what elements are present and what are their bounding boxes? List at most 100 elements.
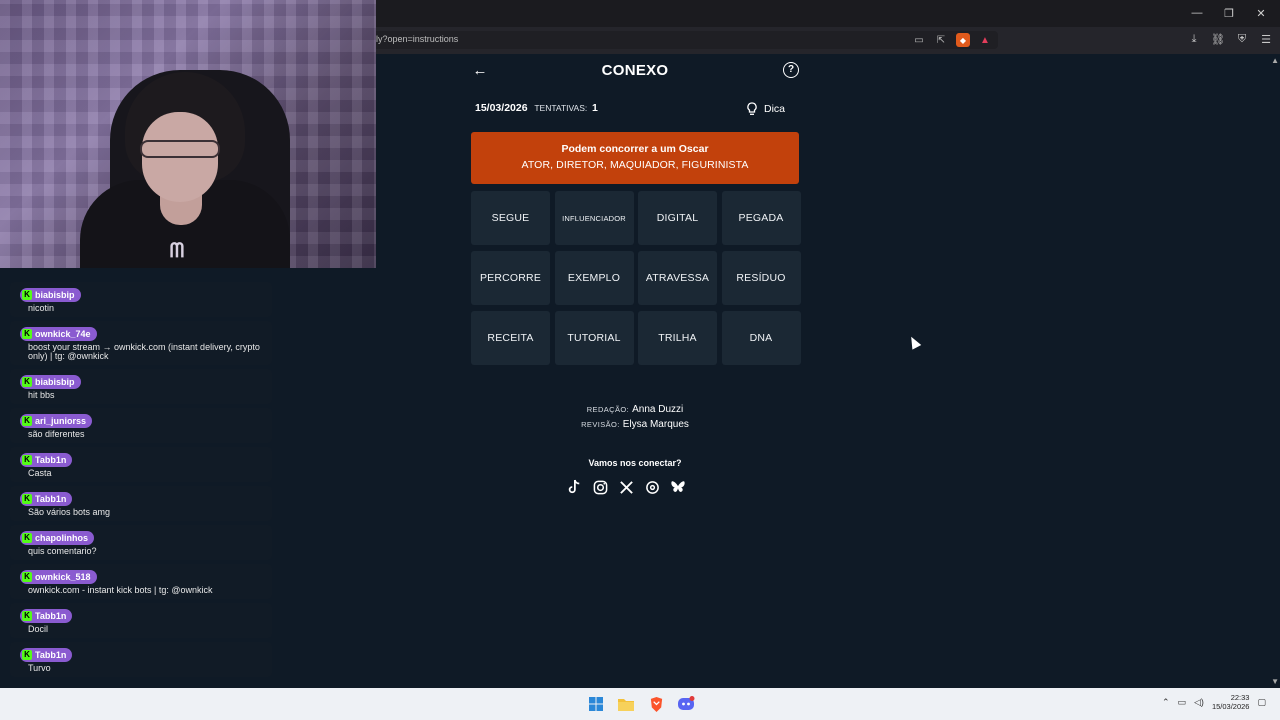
word-tile[interactable]: DNA xyxy=(721,311,801,365)
solved-group: Podem concorrer a um Oscar ATOR, DIRETOR… xyxy=(471,132,799,184)
tiktok-icon[interactable] xyxy=(566,478,582,496)
chat-text: boost your stream → ownkick.com (instant… xyxy=(28,342,260,361)
address-bar[interactable]: ly?open=instructions ▭ ⇱ ◆ ▲ xyxy=(368,31,998,49)
scroll-up-icon[interactable]: ▲ xyxy=(1271,56,1279,65)
chat-username: Kchapolinhos xyxy=(20,531,95,545)
scroll-down-icon[interactable]: ▼ xyxy=(1271,677,1279,686)
credit-name: Elysa Marques xyxy=(622,419,689,430)
tray-chevron-icon[interactable]: ⌃ xyxy=(1162,697,1170,708)
help-icon[interactable]: ? xyxy=(783,62,799,78)
credit-revisao: REVISÃO: Elysa Marques xyxy=(471,417,799,432)
word-tile[interactable]: EXEMPLO xyxy=(554,251,634,305)
url-text: ly?open=instructions xyxy=(376,34,459,44)
word-tile[interactable]: TRILHA xyxy=(638,311,717,365)
tries-label: TENTATIVAS: xyxy=(534,103,588,113)
webcam-feed: ᗰ xyxy=(0,0,376,268)
solved-group-title: Podem concorrer a um Oscar xyxy=(561,143,709,155)
chat-message: Kchapolinhos quis comentario? xyxy=(10,525,272,560)
kick-badge-icon: K xyxy=(22,494,32,504)
threads-icon[interactable] xyxy=(644,478,660,496)
x-icon[interactable] xyxy=(618,478,634,496)
minimize-icon[interactable]: — xyxy=(1184,4,1210,22)
credit-name: Anna Duzzi xyxy=(632,404,684,415)
kick-badge-icon: K xyxy=(22,455,32,465)
chat-username: Kbiabisbip xyxy=(20,375,81,389)
chat-message: Kbiabisbip nicotin xyxy=(10,282,272,317)
chat-username: K Tabb1n xyxy=(20,492,73,506)
link-icon[interactable]: ⛓ xyxy=(1210,31,1226,47)
word-tile[interactable]: SEGUE xyxy=(471,191,550,245)
share-icon[interactable]: ⇱ xyxy=(934,33,948,47)
download-icon[interactable]: ⤓ xyxy=(1186,31,1202,47)
chat-username: K Tabb1n xyxy=(20,648,73,662)
taskbar: ⌃ ▭ ◁) 22:33 15/03/2026 ▢ xyxy=(0,688,1280,720)
word-tile[interactable]: TUTORIAL xyxy=(554,311,634,365)
credit-label: REVISÃO: xyxy=(581,420,620,429)
address-bar-icons: ▭ ⇱ ◆ ▲ xyxy=(912,33,992,47)
chat-text: Turvo xyxy=(28,663,51,673)
game-date: 15/03/2026 xyxy=(475,102,528,114)
tries-count: 1 xyxy=(592,102,598,114)
scrollbar[interactable] xyxy=(1270,54,1280,688)
word-tile[interactable]: DIGITAL xyxy=(638,191,717,245)
game-meta: 15/03/2026 TENTATIVAS: 1 Dica xyxy=(475,102,795,118)
cast-icon[interactable]: ▭ xyxy=(912,33,926,47)
word-tile[interactable]: RECEITA xyxy=(471,311,550,365)
chat-text: Casta xyxy=(28,468,52,478)
chat-message: K Tabb1n São vários bots amg xyxy=(10,486,272,521)
discord-icon[interactable] xyxy=(676,694,696,714)
restore-icon[interactable]: ❐ xyxy=(1216,4,1242,22)
close-icon[interactable]: ✕ xyxy=(1248,4,1274,22)
word-tile[interactable]: PERCORRE xyxy=(471,251,550,305)
kick-badge-icon: K xyxy=(22,377,32,387)
brave-browser-icon[interactable] xyxy=(646,694,666,714)
word-tile[interactable]: RESÍDUO xyxy=(721,251,801,305)
webcam-person-glasses xyxy=(140,140,220,158)
word-tile[interactable]: INFLUENCIADOR xyxy=(554,191,634,245)
word-tile[interactable]: PEGADA xyxy=(721,191,801,245)
chat-message: Kownkick_74e boost your stream → ownkick… xyxy=(10,321,272,365)
bluesky-icon[interactable] xyxy=(670,478,686,496)
kick-badge-icon: K xyxy=(22,611,32,621)
menu-icon[interactable]: ☰ xyxy=(1258,31,1274,47)
windows-start-icon[interactable] xyxy=(586,694,606,714)
chat-username: Kownkick_518 xyxy=(20,570,97,584)
brave-rewards-icon[interactable]: ▲ xyxy=(978,33,992,47)
chat-username: K Tabb1n xyxy=(20,453,73,467)
hint-label: Dica xyxy=(763,103,785,115)
chat-text: Docil xyxy=(28,624,49,634)
vpn-shield-icon[interactable]: ⛨ xyxy=(1234,31,1250,47)
credit-redacao: REDAÇÃO: Anna Duzzi xyxy=(471,402,799,417)
kick-badge-icon: K xyxy=(22,650,32,660)
kick-badge-icon: K xyxy=(22,572,32,582)
connect-label: Vamos nos conectar? xyxy=(588,458,682,468)
chat-message: Kari_juniorss são diferentes xyxy=(10,408,272,443)
browser-right-tools: ⤓ ⛓ ⛨ ☰ xyxy=(1186,31,1274,47)
chat-text: São vários bots amg xyxy=(28,507,111,517)
file-explorer-icon[interactable] xyxy=(616,694,636,714)
game-title: CONEXO xyxy=(601,62,669,79)
volume-icon[interactable]: ◁) xyxy=(1194,697,1204,708)
clock[interactable]: 22:33 15/03/2026 xyxy=(1212,693,1250,711)
chat-message: Kbiabisbip hit bbs xyxy=(10,369,272,404)
word-tile[interactable]: ATRAVESSA xyxy=(638,251,717,305)
chat-username: K Tabb1n xyxy=(20,609,73,623)
shirt-logo: ᗰ xyxy=(169,240,185,262)
chat-message: Kownkick_518 ownkick.com - instant kick … xyxy=(10,564,272,599)
notification-icon[interactable]: ▢ xyxy=(1257,697,1266,708)
chat-username: Kownkick_74e xyxy=(20,327,97,341)
brave-shield-icon[interactable]: ◆ xyxy=(956,33,970,47)
system-tray: ⌃ ▭ ◁) 22:33 15/03/2026 ▢ xyxy=(1162,693,1266,711)
clock-time: 22:33 xyxy=(1230,693,1250,702)
credit-label: REDAÇÃO: xyxy=(586,405,630,414)
instagram-icon[interactable] xyxy=(592,478,608,496)
window-controls: — ❐ ✕ xyxy=(1184,4,1274,22)
chat-text: nicotin xyxy=(28,303,55,313)
kick-badge-icon: K xyxy=(22,416,32,426)
network-icon[interactable]: ▭ xyxy=(1178,697,1187,708)
chat-username: Kari_juniorss xyxy=(20,414,93,428)
kick-badge-icon: K xyxy=(22,290,32,300)
hint-button[interactable]: Dica xyxy=(746,102,785,116)
chat-message: K Tabb1n Casta xyxy=(10,447,272,482)
chat-message: K Tabb1n Docil xyxy=(10,603,272,638)
